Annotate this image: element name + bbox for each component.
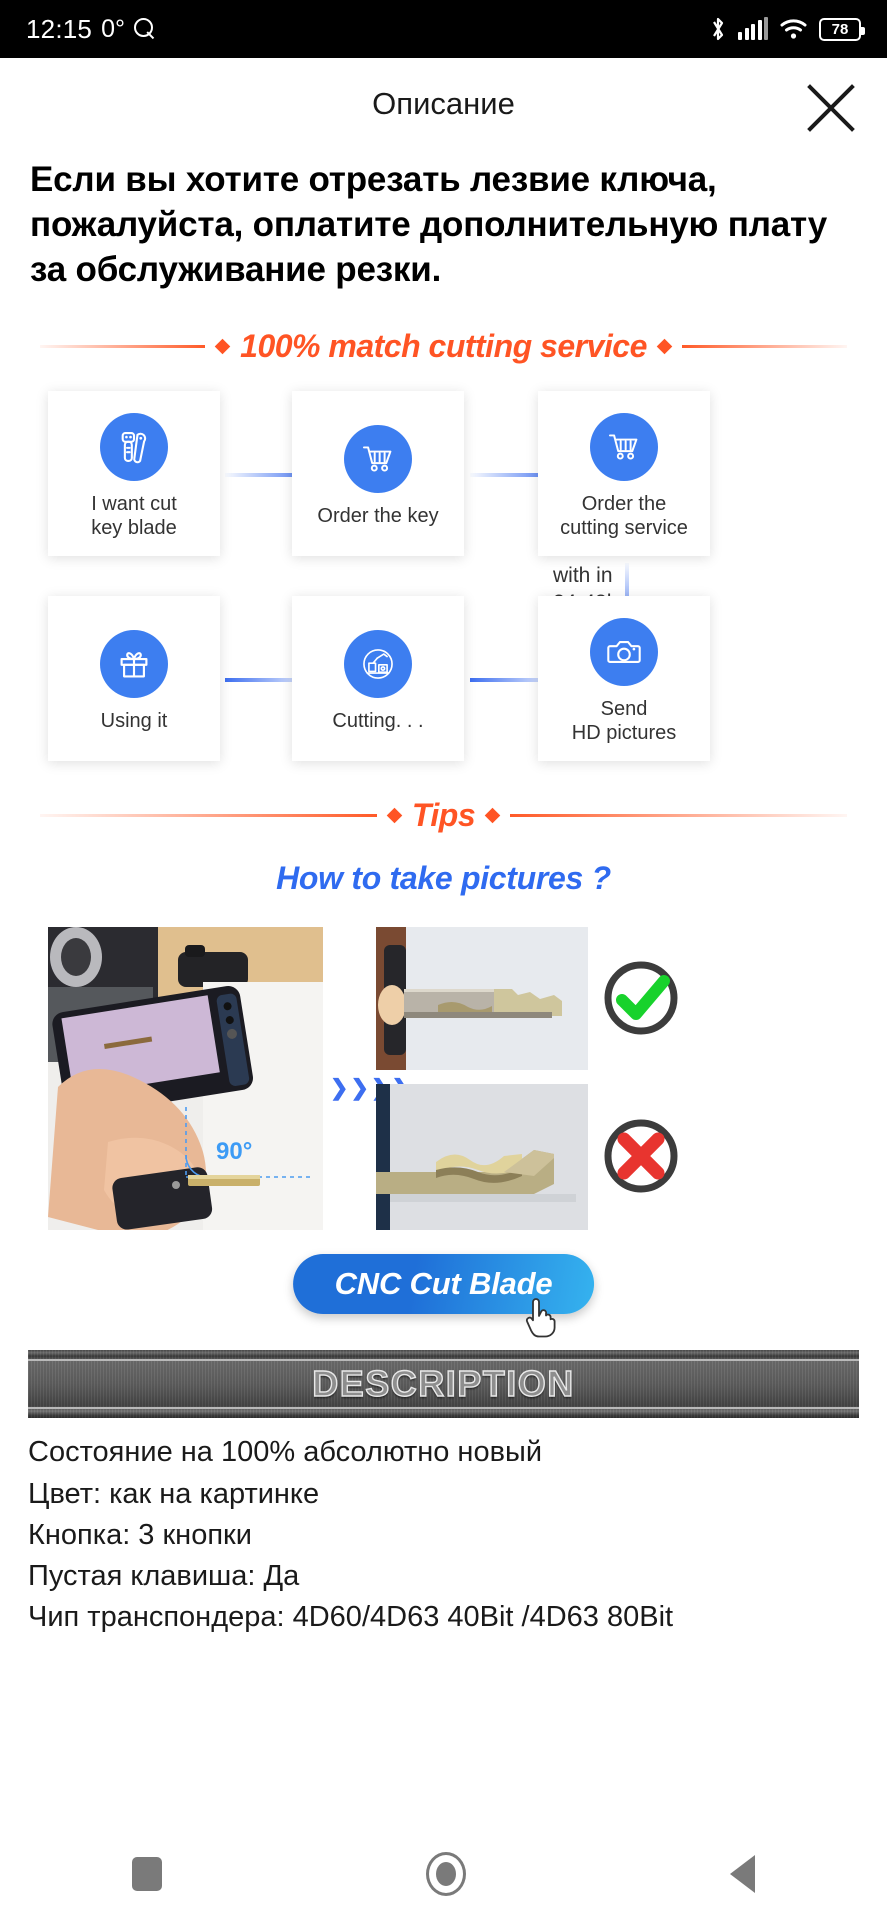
flow-card-label: Order the key [317,505,439,528]
flow-card-label: Order the cutting service [560,493,688,540]
close-icon[interactable] [803,80,859,136]
flow-row-top: I want cut key blade Order the key Order… [0,391,887,557]
description-line: Пустая клавиша: Да [28,1559,300,1592]
keys-icon [100,413,168,481]
flow-card-label: Send HD pictures [571,698,677,745]
back-icon[interactable] [730,1855,755,1893]
banner-rule-top [28,1359,859,1362]
angle-label: 90° [216,1138,252,1165]
tips-banner-text: Tips [411,797,476,834]
banner-rule-bottom [28,1407,859,1410]
home-icon[interactable] [426,1852,466,1896]
status-bar-right: 78 [710,16,865,42]
divider-line-left [40,814,377,818]
shopping-cart-icon [344,425,412,494]
description-line: Цвет: как на картинке [28,1477,320,1510]
photo-taking-picture: 90° [48,927,323,1231]
description-banner-text: DESCRIPTION [312,1363,575,1405]
photo-correct-example [376,927,588,1071]
service-banner: 100% match cutting service [40,328,848,365]
tips-question: How to take pictures ? [276,860,611,897]
flow-card-order-cutting: Order the cutting service [538,391,710,557]
divider-line-right [510,814,848,818]
description-banner: DESCRIPTION [28,1350,859,1419]
wifi-icon [780,19,807,39]
status-bar-left: 12:15 0° [26,14,156,45]
robot-arm-icon [344,630,412,699]
description-list: Состояние на 100% абсолютно новый Цвет: … [0,1418,887,1638]
tips-photos: 90° ❯❯❯❯ [0,927,887,1232]
tips-banner: Tips [40,797,848,834]
search-icon[interactable] [133,18,156,40]
page-header: Описание [0,58,887,150]
flow-card-cutting: Cutting. . . [292,596,464,762]
flow-card-order-key: Order the key [292,391,464,557]
flow-card-want-cut: I want cut key blade [48,391,220,557]
android-nav-bar [0,1828,887,1920]
flow-card-label: I want cut key blade [91,493,177,540]
status-time: 12:15 [26,13,93,44]
description-line: Кнопка: 3 кнопки [28,1518,252,1551]
status-temperature: 0° [101,14,125,43]
cross-mark-icon [604,1119,678,1193]
flow-card-using-it: Using it [48,596,220,762]
flow-card-send-pictures: Send HD pictures [538,596,710,762]
status-bar: 12:15 0° 78 [0,0,887,58]
photo-incorrect-example [376,1084,588,1231]
bluetooth-icon [713,17,724,41]
flow-row-bottom: Using it Cutting. . . Send HD pictures [0,596,887,762]
diamond-marker-icon [214,339,231,355]
shopping-cart-icon [590,413,658,481]
flow-card-label: Cutting. . . [332,710,424,733]
service-banner-text: 100% match cutting service [240,328,647,365]
diamond-marker-icon [656,339,673,355]
camera-icon [590,618,658,686]
page-title: Описание [372,86,515,121]
diamond-marker-icon [386,808,403,824]
phone-screen: 12:15 0° 78 Описание Если вы хотите отре… [0,0,887,1920]
check-mark-icon [604,961,678,1035]
divider-line-right [681,345,848,349]
gift-icon [100,630,168,699]
recents-icon[interactable] [132,1857,162,1891]
description-line: Чип транспондера: 4D60/4D63 40Bit /4D63 … [28,1601,674,1634]
diamond-marker-icon [484,808,501,824]
cellular-signal-icon [738,17,768,40]
hand-cursor-icon [526,1298,556,1338]
cnc-button-area: CNC Cut Blade [0,1254,887,1338]
promo-heading: Если вы хотите отрезать лезвие ключа, по… [30,160,828,289]
cutting-service-flow: I want cut key blade Order the key Order… [0,391,887,762]
battery-icon: 78 [819,17,865,41]
description-line: Состояние на 100% абсолютно новый [28,1436,543,1469]
page-content: Если вы хотите отрезать лезвие ключа, по… [0,150,887,1638]
battery-level: 78 [831,20,849,38]
divider-line-left [40,345,206,349]
flow-card-label: Using it [100,710,168,733]
